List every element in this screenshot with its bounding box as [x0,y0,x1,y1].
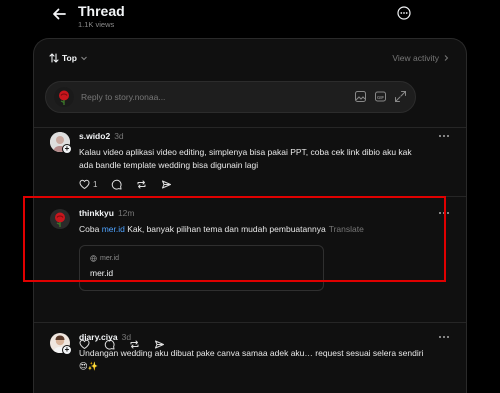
view-activity-link[interactable]: View activity [392,53,450,63]
view-count: 1.1K views [78,20,115,29]
more-options-icon[interactable] [438,334,450,340]
reply-box[interactable]: Reply to story.nonaa... GIF [45,81,416,113]
divider [34,322,466,323]
highlight-box [23,196,446,282]
share-icon[interactable] [161,179,172,190]
reply-input[interactable]: Reply to story.nonaa... [81,92,165,102]
sort-icon [49,53,59,63]
back-arrow-icon[interactable] [50,5,68,23]
gif-icon[interactable]: GIF [374,90,387,103]
chevron-right-icon [444,55,449,61]
more-options-icon[interactable] [438,133,450,139]
username-text[interactable]: s.wido2 [79,131,110,141]
post-text: Undangan wedding aku dibuat pake canva s… [79,348,424,371]
avatar [54,87,74,107]
post-time: 3d [114,131,124,141]
post-time: 3d [121,332,132,342]
image-icon[interactable] [354,90,367,103]
sort-bar: Top View activity [34,53,466,71]
post-username[interactable]: s.wido2 3d [79,131,124,141]
sort-dropdown[interactable]: Top [49,53,88,63]
post-text: Kalau video aplikasi video editing, simp… [79,147,412,170]
svg-text:GIF: GIF [377,95,384,100]
follow-plus-icon[interactable]: + [62,144,72,154]
repost-icon[interactable] [136,179,147,190]
comment-icon[interactable] [111,179,122,190]
divider [34,127,466,128]
post-username[interactable]: diary.ciya 3d [79,332,131,342]
more-options-icon[interactable] [397,6,411,20]
expand-icon[interactable] [394,90,407,103]
view-activity-label: View activity [392,53,439,63]
rose-avatar-icon [54,87,74,107]
like-button[interactable]: 1 [79,179,97,190]
page-title: Thread [78,3,125,19]
sort-label: Top [62,53,77,63]
like-count: 1 [93,180,98,189]
username-text[interactable]: diary.ciya [79,332,118,342]
chevron-down-icon [81,56,87,61]
top-bar: Thread 1.1K views [0,0,500,38]
heart-icon [79,179,90,190]
follow-plus-icon[interactable]: + [62,345,72,355]
